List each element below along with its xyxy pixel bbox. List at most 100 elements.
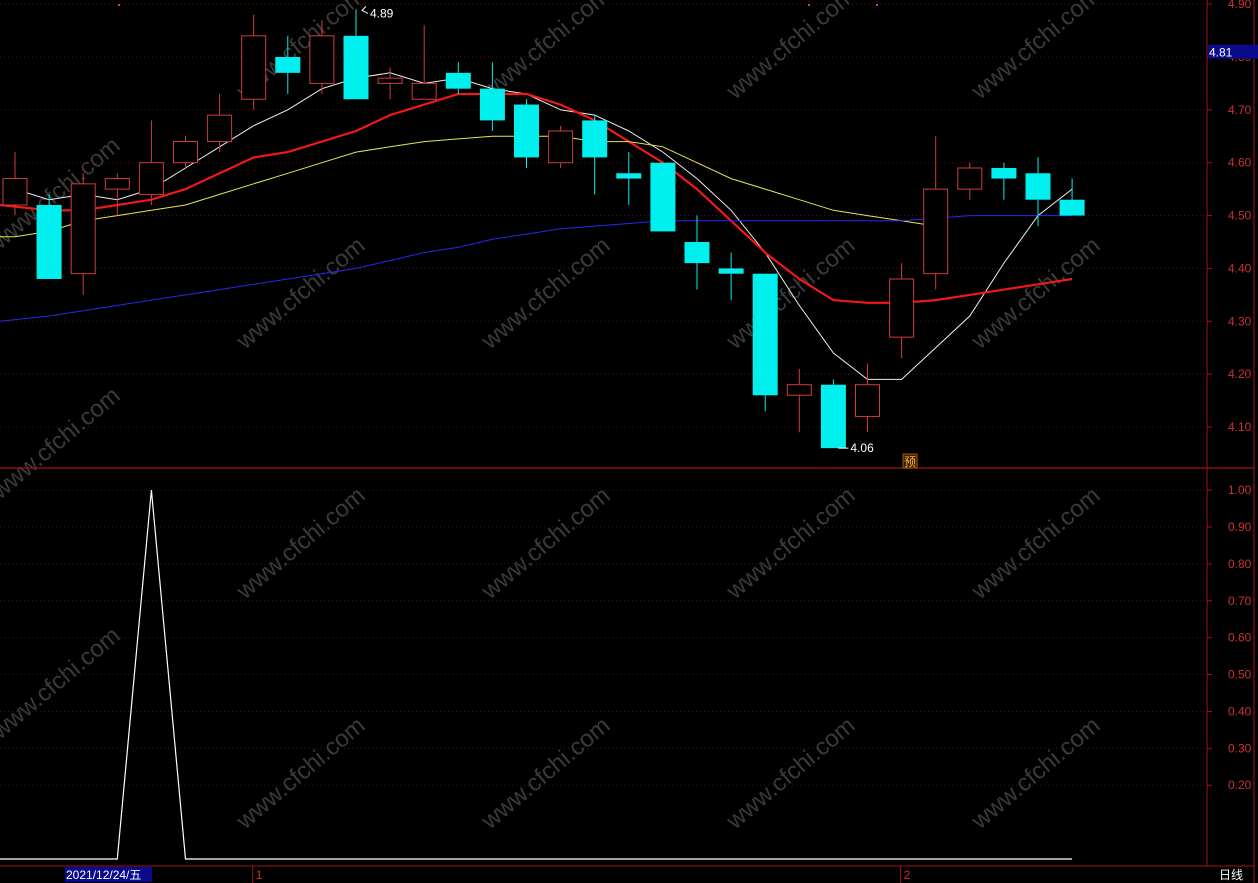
candle-body xyxy=(684,241,710,264)
month-marker-label: 2 xyxy=(904,868,911,882)
y-tick-label: 4.20 xyxy=(1228,367,1252,381)
watermark-text: www.cfchi.com xyxy=(0,622,125,745)
candle-body xyxy=(2,178,28,206)
candle-body xyxy=(70,183,96,275)
month-marker-label: 1 xyxy=(256,868,263,882)
y-tick-label: 4.70 xyxy=(1228,103,1252,117)
current-price-label: 4.81 xyxy=(1209,46,1233,60)
candle xyxy=(957,162,983,200)
y-tick-label: 0.30 xyxy=(1228,741,1252,755)
candle-body xyxy=(377,77,403,84)
candlestick-series xyxy=(2,9,1085,449)
candle xyxy=(752,273,778,412)
high-price-label: 4.89 xyxy=(370,6,394,20)
candle-body xyxy=(957,167,983,190)
candle xyxy=(548,125,574,168)
y-tick-label: 1.00 xyxy=(1228,483,1252,497)
y-tick-label: 4.40 xyxy=(1228,261,1252,275)
watermark-text: www.cfchi.com xyxy=(721,0,861,105)
candle-body xyxy=(241,35,267,100)
watermark-text: www.cfchi.com xyxy=(231,232,371,355)
watermark-text: www.cfchi.com xyxy=(0,382,125,505)
candle xyxy=(104,173,130,216)
watermark-text: www.cfchi.com xyxy=(476,712,616,835)
candle-body xyxy=(138,162,164,195)
y-tick-label: 4.50 xyxy=(1228,209,1252,223)
candle-body xyxy=(411,82,437,100)
candle xyxy=(514,99,539,168)
candle xyxy=(991,162,1017,200)
marker-dot xyxy=(808,4,810,6)
candle xyxy=(70,173,96,295)
candle xyxy=(650,162,676,232)
candle-body xyxy=(855,384,880,417)
candle-body xyxy=(548,130,574,164)
candle-body xyxy=(718,268,744,274)
candle-body xyxy=(820,384,846,449)
y-tick-label: 0.40 xyxy=(1228,704,1252,718)
watermark-text: www.cfchi.com xyxy=(966,482,1106,605)
candle xyxy=(582,115,608,195)
candle xyxy=(786,368,812,433)
watermark-text: www.cfchi.com xyxy=(476,482,616,605)
y-tick-label: 0.20 xyxy=(1228,778,1252,792)
candle-body xyxy=(1059,199,1085,216)
y-tick-label: 4.10 xyxy=(1228,420,1252,434)
candle-body xyxy=(582,120,608,158)
watermark-text: www.cfchi.com xyxy=(476,232,616,355)
watermark-text: www.cfchi.com xyxy=(721,712,861,835)
candle-body xyxy=(752,273,778,396)
marker-dot xyxy=(876,4,878,6)
candle-body xyxy=(36,204,62,279)
candle xyxy=(1059,178,1085,216)
watermark-text: www.cfchi.com xyxy=(966,712,1106,835)
candle xyxy=(411,25,437,100)
watermark-layer: www.cfchi.com www.cfchi.com www.cfchi.com w… xyxy=(0,0,1105,835)
watermark-text: www.cfchi.com xyxy=(721,482,861,605)
period-label: 日线 xyxy=(1219,868,1243,882)
candle xyxy=(36,194,62,279)
y-tick-label: 0.80 xyxy=(1228,557,1252,571)
candle-body xyxy=(889,278,915,338)
marker-dot xyxy=(118,4,120,6)
y-tick-label: 4.60 xyxy=(1228,156,1252,170)
candle-body xyxy=(786,384,812,396)
candle xyxy=(207,93,233,153)
candle xyxy=(377,67,403,100)
stock-chart[interactable]: www.cfchi.com www.cfchi.com www.cfchi.com w… xyxy=(0,0,1258,883)
watermark-text: www.cfchi.com xyxy=(231,482,371,605)
candle xyxy=(445,62,471,94)
watermark-text: www.cfchi.com xyxy=(721,232,861,355)
candle-body xyxy=(1025,173,1051,200)
candle xyxy=(241,14,267,110)
candle-body xyxy=(173,141,198,164)
candle-body xyxy=(343,35,369,100)
candle xyxy=(138,120,164,205)
candle xyxy=(684,215,710,290)
watermark-text: www.cfchi.com xyxy=(966,0,1106,105)
y-tick-label: 0.60 xyxy=(1228,631,1252,645)
y-tick-label: 4.30 xyxy=(1228,314,1252,328)
y-tick-label: 0.70 xyxy=(1228,594,1252,608)
y-tick-label: 0.90 xyxy=(1228,520,1252,534)
candle-body xyxy=(991,167,1017,179)
candle-body xyxy=(445,72,471,89)
watermark-text: www.cfchi.com xyxy=(966,232,1106,355)
forecast-marker-label: 预 xyxy=(904,455,916,469)
candle xyxy=(923,136,949,290)
candle xyxy=(343,9,369,100)
candle-body xyxy=(207,114,233,143)
candle xyxy=(820,379,846,449)
candle xyxy=(718,252,744,301)
watermark-text: www.cfchi.com xyxy=(231,712,371,835)
candle-body xyxy=(514,104,539,158)
candle xyxy=(616,152,642,205)
date-label: 2021/12/24/五 xyxy=(66,868,141,882)
candle xyxy=(889,263,915,359)
candle-body xyxy=(104,178,130,190)
low-price-label: 4.06 xyxy=(850,441,874,455)
candle-body xyxy=(479,88,505,121)
candle-body xyxy=(309,35,335,84)
candle-body xyxy=(616,173,642,179)
candle-body xyxy=(650,162,676,232)
